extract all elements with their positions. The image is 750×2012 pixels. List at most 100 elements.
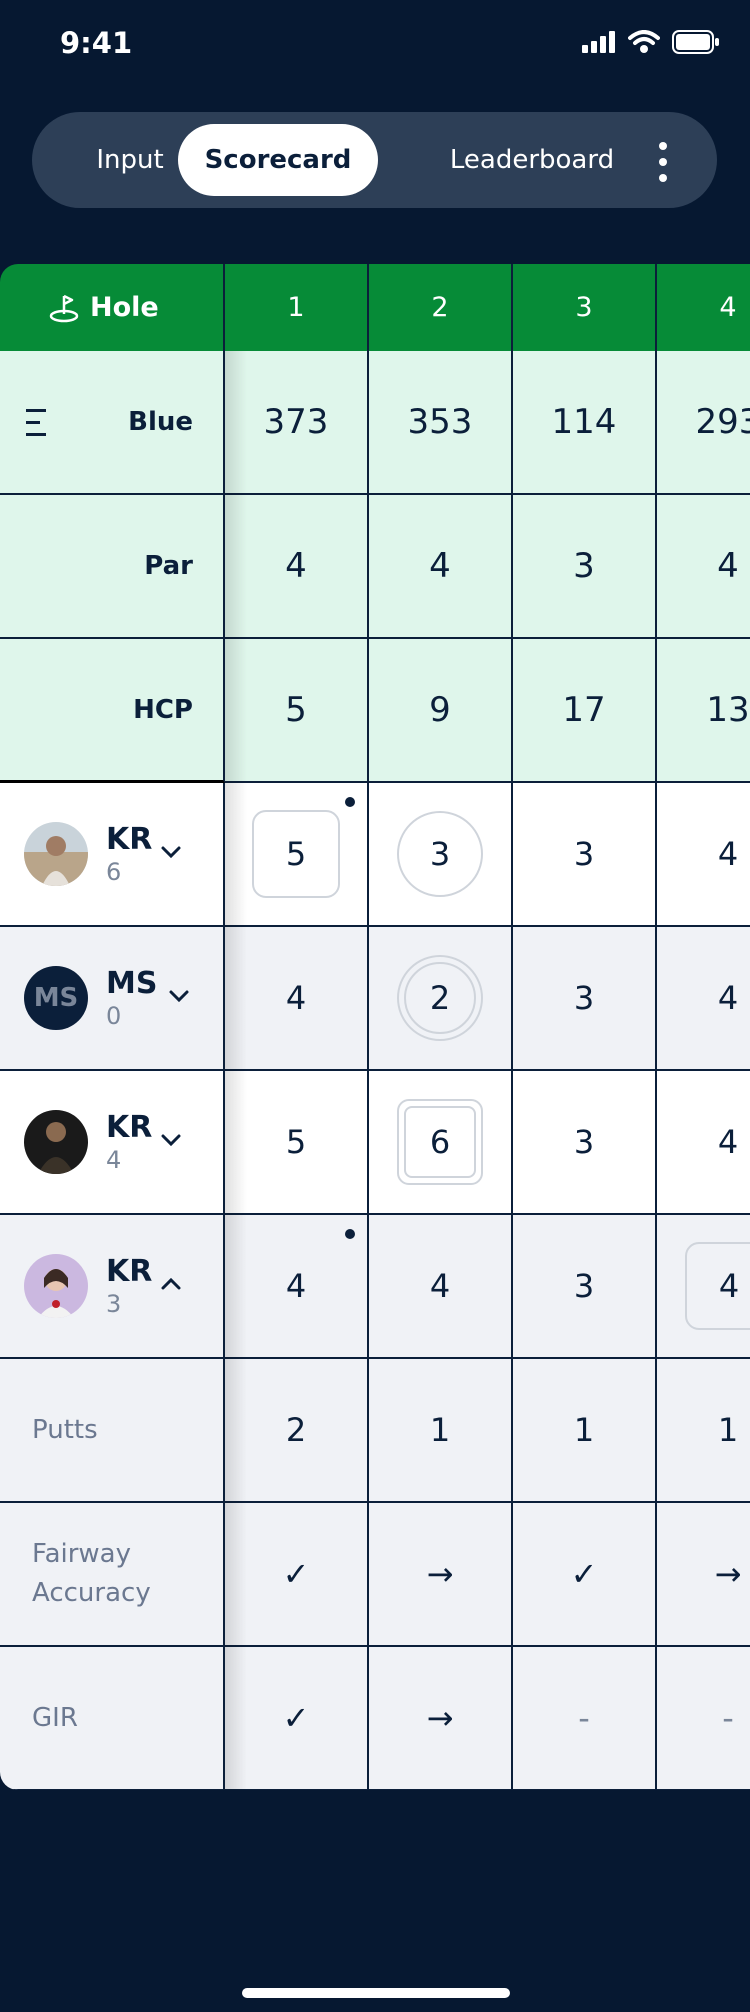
player-handicap: 0 <box>106 1001 122 1030</box>
yardage-cell: 353 <box>369 351 513 495</box>
tee-label-cell: Blue <box>0 351 225 495</box>
par-cell: 4 <box>225 495 369 639</box>
note-dot <box>345 797 355 807</box>
hole-number: 1 <box>225 264 369 351</box>
score-cell[interactable]: 4 <box>657 1215 750 1359</box>
gir-label: GIR <box>0 1647 225 1790</box>
player-cell[interactable]: KR 6 <box>0 783 225 927</box>
score-value: 4 <box>285 1267 307 1305</box>
putts-cell[interactable]: 1 <box>513 1359 657 1503</box>
fairway-cell[interactable]: → <box>657 1503 750 1647</box>
putts-label: Putts <box>0 1359 225 1503</box>
putts-row: Putts 2 1 1 1 <box>0 1359 750 1503</box>
fairway-label-line: Accuracy <box>32 1578 151 1608</box>
score-box: 4 <box>685 1242 750 1330</box>
par-cell: 3 <box>513 495 657 639</box>
score-cell[interactable]: 4 <box>657 1071 750 1215</box>
chevron-up-icon[interactable] <box>160 1277 182 1291</box>
menu-icon[interactable] <box>26 409 50 437</box>
avatar: MS <box>24 966 88 1030</box>
score-cell[interactable]: 3 <box>513 783 657 927</box>
more-options-icon[interactable] <box>659 142 667 182</box>
avatar <box>24 822 88 886</box>
score-double-bogey-box: 6 <box>397 1099 483 1185</box>
hole-number: 2 <box>369 264 513 351</box>
chevron-down-icon[interactable] <box>160 1133 182 1147</box>
score-cell[interactable]: 4 <box>657 927 750 1071</box>
player-initials: KR <box>106 821 153 857</box>
gir-cell[interactable]: - <box>513 1647 657 1790</box>
score-cell[interactable]: 3 <box>513 1071 657 1215</box>
score-value: 4 <box>718 1267 740 1305</box>
score-cell[interactable]: 3 <box>369 783 513 927</box>
fairway-cell[interactable]: ✓ <box>513 1503 657 1647</box>
fairway-accuracy-label: Fairway Accuracy <box>0 1503 225 1647</box>
hcp-row: HCP 5 9 17 13 <box>0 639 750 783</box>
player-row: MS MS 0 4 2 3 4 <box>0 927 750 1071</box>
fairway-accuracy-row: Fairway Accuracy ✓ → ✓ → <box>0 1503 750 1647</box>
chevron-down-icon[interactable] <box>160 845 182 859</box>
putts-cell[interactable]: 1 <box>369 1359 513 1503</box>
score-cell[interactable]: 3 <box>513 1215 657 1359</box>
player-initials: MS <box>106 965 158 1001</box>
par-cell: 4 <box>369 495 513 639</box>
player-row: KR 3 4 4 3 4 <box>0 1215 750 1359</box>
gir-cell[interactable]: → <box>369 1647 513 1790</box>
hole-number: 4 <box>657 264 750 351</box>
note-dot <box>345 1229 355 1239</box>
hcp-cell: 5 <box>225 639 369 783</box>
gir-cell[interactable]: - <box>657 1647 750 1790</box>
player-cell[interactable]: KR 4 <box>0 1071 225 1215</box>
status-time: 9:41 <box>60 26 133 60</box>
player-handicap: 3 <box>106 1289 122 1318</box>
player-initials: KR <box>106 1109 153 1145</box>
player-row: KR 4 5 6 3 4 <box>0 1071 750 1215</box>
score-cell[interactable]: 3 <box>513 927 657 1071</box>
player-handicap: 4 <box>106 1145 122 1174</box>
yardage-cell: 373 <box>225 351 369 495</box>
tab-leaderboard[interactable]: Leaderboard <box>397 124 667 196</box>
hole-number: 3 <box>513 264 657 351</box>
fairway-cell[interactable]: ✓ <box>225 1503 369 1647</box>
hcp-cell: 9 <box>369 639 513 783</box>
putts-cell[interactable]: 2 <box>225 1359 369 1503</box>
player-cell[interactable]: KR 3 <box>0 1215 225 1359</box>
score-cell[interactable]: 4 <box>225 1215 369 1359</box>
battery-icon <box>672 30 719 54</box>
score-cell[interactable]: 2 <box>369 927 513 1071</box>
score-cell[interactable]: 4 <box>225 927 369 1071</box>
score-value: 3 <box>429 835 451 873</box>
tab-scorecard[interactable]: Scorecard <box>178 124 378 196</box>
player-row: KR 6 5 3 3 4 <box>0 783 750 927</box>
hcp-label: HCP <box>0 639 225 783</box>
par-cell: 4 <box>657 495 750 639</box>
score-cell[interactable]: 4 <box>369 1215 513 1359</box>
hole-label: Hole <box>90 292 159 323</box>
player-handicap: 6 <box>106 857 122 886</box>
signal-icon <box>582 31 615 53</box>
hole-header: Hole <box>0 264 225 351</box>
tee-row: Blue 373 353 114 293 <box>0 351 750 495</box>
hcp-cell: 17 <box>513 639 657 783</box>
score-cell[interactable]: 5 <box>225 1071 369 1215</box>
tee-label: Blue <box>128 407 193 437</box>
par-row: Par 4 4 3 4 <box>0 495 750 639</box>
score-cell[interactable]: 6 <box>369 1071 513 1215</box>
status-icons <box>582 30 720 54</box>
putts-cell[interactable]: 1 <box>657 1359 750 1503</box>
home-indicator[interactable] <box>242 1988 510 1998</box>
fairway-label-line: Fairway <box>32 1539 131 1569</box>
gir-row: GIR ✓ → - - <box>0 1647 750 1790</box>
score-cell[interactable]: 5 <box>225 783 369 927</box>
golf-flag-icon <box>49 294 79 322</box>
chevron-down-icon[interactable] <box>168 989 190 1003</box>
score-cell[interactable]: 4 <box>657 783 750 927</box>
scorecard-table: Hole 1 2 3 4 Blue 373 353 114 293 Par 4 … <box>0 264 750 1790</box>
gir-cell[interactable]: ✓ <box>225 1647 369 1790</box>
fairway-cell[interactable]: → <box>369 1503 513 1647</box>
player-initials: KR <box>106 1253 153 1289</box>
score-value: 6 <box>429 1123 451 1161</box>
score-value: 2 <box>429 979 451 1017</box>
segmented-tabs: Input Scorecard Leaderboard <box>32 112 717 208</box>
player-cell[interactable]: MS MS 0 <box>0 927 225 1071</box>
